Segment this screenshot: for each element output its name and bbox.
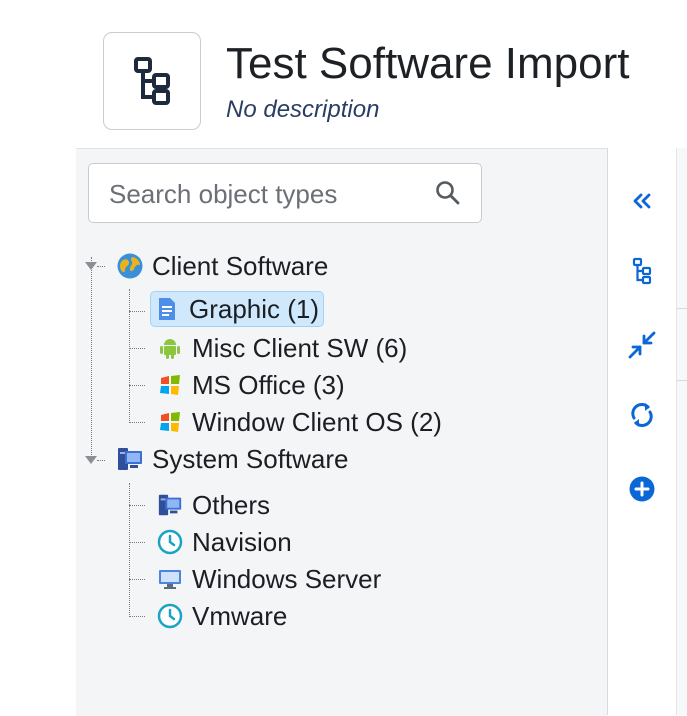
tree-node-label: Vmware: [192, 600, 288, 631]
tree-node-client-software[interactable]: Client Software: [116, 249, 328, 283]
refresh-button[interactable]: [625, 398, 659, 432]
tree-node-navision[interactable]: Navision: [156, 525, 292, 559]
monitor-icon: [156, 565, 184, 593]
tree-node-label: System Software: [152, 443, 349, 474]
add-icon: [629, 476, 655, 502]
schema-tree-icon: [134, 57, 170, 105]
computer-icon: [116, 445, 144, 473]
globe-icon: [116, 252, 144, 280]
collapse-all-button[interactable]: [625, 328, 659, 362]
tree-node-label: Misc Client SW (6): [192, 332, 408, 363]
object-types-panel: Client Software Graphic (1): [76, 148, 607, 716]
tree-node-label: Others: [192, 489, 271, 520]
content-panel-edge: [676, 148, 687, 715]
object-type-tree: Client Software Graphic (1) Misc Client …: [76, 149, 607, 716]
tree-node-label: Windows Server: [192, 563, 382, 594]
document-icon: [153, 295, 181, 323]
tree-node-ms-office[interactable]: MS Office (3): [156, 368, 345, 402]
schema-icon-box: [103, 32, 201, 130]
tree-node-label: Client Software: [152, 250, 329, 281]
clock-icon: [156, 602, 184, 630]
expand-toggle-system-software[interactable]: [85, 456, 97, 464]
expand-toggle-client-software[interactable]: [85, 262, 97, 270]
refresh-icon: [631, 403, 653, 427]
tree-node-label: Graphic (1): [189, 293, 320, 324]
page-title: Test Software Import: [226, 39, 630, 88]
tree-connector: [129, 483, 130, 617]
computer-icon: [156, 491, 184, 519]
page-description[interactable]: No description: [226, 96, 379, 124]
add-object-type-button[interactable]: [625, 472, 659, 506]
collapse-panel-button[interactable]: [625, 184, 659, 218]
collapse-arrows-icon: [628, 331, 656, 359]
tree-node-window-client-os[interactable]: Window Client OS (2): [156, 405, 442, 439]
windows-logo-icon: [156, 408, 184, 436]
tree-node-label: MS Office (3): [192, 369, 345, 400]
schema-tree-button[interactable]: [625, 254, 659, 288]
page-header: Test Software Import No description: [0, 0, 687, 148]
tree-node-vmware[interactable]: Vmware: [156, 599, 287, 633]
tree-node-graphic[interactable]: Graphic (1): [150, 291, 325, 327]
tree-node-others[interactable]: Others: [156, 488, 270, 522]
tree-node-windows-server[interactable]: Windows Server: [156, 562, 381, 596]
android-icon: [156, 334, 184, 362]
collapse-panel-icon: [633, 193, 651, 209]
tree-node-system-software[interactable]: System Software: [116, 442, 349, 476]
tree-connector: [91, 257, 92, 455]
tree-node-label: Navision: [192, 526, 292, 557]
tree-node-misc-client-sw[interactable]: Misc Client SW (6): [156, 331, 407, 365]
tree-node-label: Window Client OS (2): [192, 406, 442, 437]
windows-logo-icon: [156, 371, 184, 399]
schema-tree-icon: [632, 257, 652, 285]
tree-connector: [129, 289, 130, 423]
clock-icon: [156, 528, 184, 556]
tree-toolbar: [608, 148, 676, 715]
